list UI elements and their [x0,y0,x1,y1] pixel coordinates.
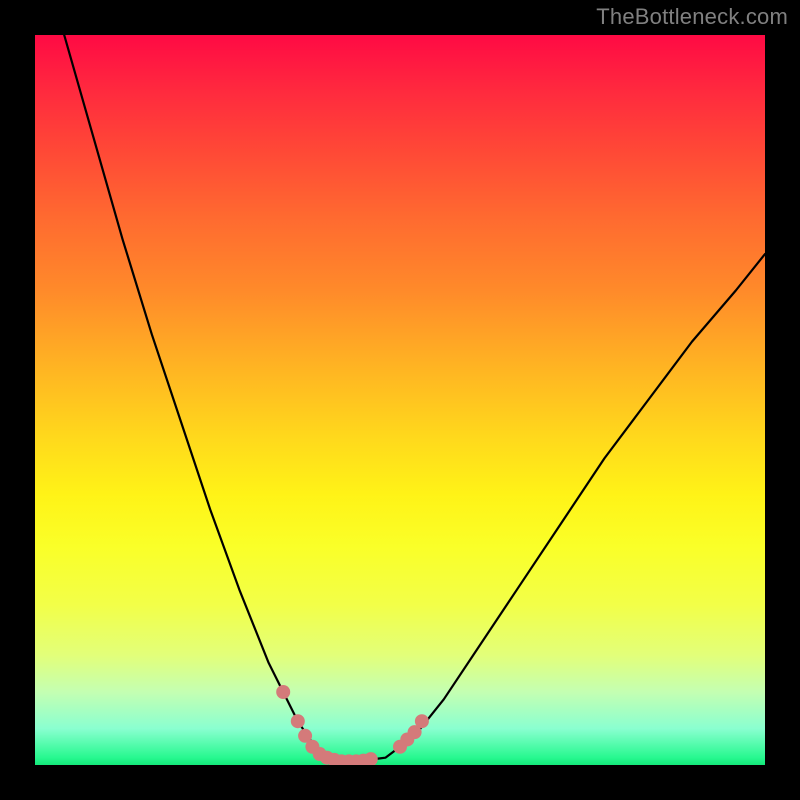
watermark-text: TheBottleneck.com [596,4,788,30]
highlight-dot [298,729,312,743]
highlight-dot [320,751,334,765]
highlight-dot [327,753,341,765]
highlight-dot [342,754,356,765]
highlight-dot [291,714,305,728]
highlight-dot [305,740,319,754]
highlight-dot [364,752,378,765]
highlight-dot [335,754,349,765]
highlight-dot [400,732,414,746]
highlight-dot [415,714,429,728]
highlight-dots [276,685,429,765]
highlight-dot [313,747,327,761]
chart-root: TheBottleneck.com [0,0,800,800]
bottleneck-curve [64,35,765,761]
highlight-dot [408,725,422,739]
curve-layer [35,35,765,765]
highlight-dot [349,754,363,765]
highlight-dot [276,685,290,699]
highlight-dot [393,740,407,754]
plot-area [35,35,765,765]
highlight-dot [357,754,371,765]
